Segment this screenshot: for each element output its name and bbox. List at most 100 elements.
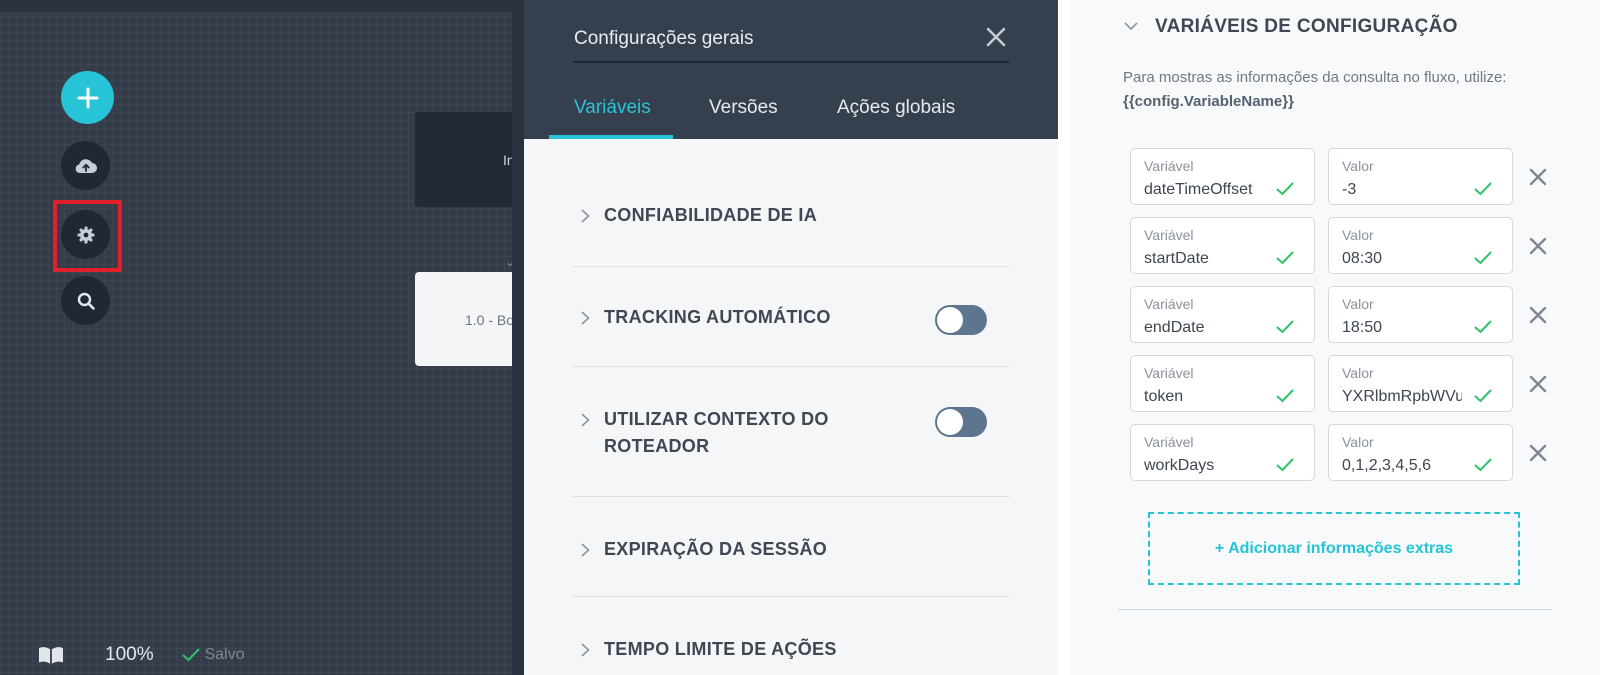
section-session-expiration[interactable]: EXPIRAÇÃO DA SESSÃO (573, 497, 1010, 597)
toggle-knob (937, 409, 963, 435)
section-title: TEMPO LIMITE DE AÇÕES (604, 639, 837, 659)
search-icon (77, 292, 95, 310)
field-label: Variável (1144, 158, 1194, 174)
variable-name-value: dateTimeOffset (1144, 181, 1253, 198)
remove-variable-icon[interactable] (1528, 305, 1548, 325)
router-context-toggle[interactable] (935, 407, 987, 437)
zoom-level: 100% (105, 644, 154, 665)
title-underline (573, 61, 1009, 63)
save-status-label: Salvo (204, 646, 245, 663)
remove-variable-icon[interactable] (1528, 236, 1548, 256)
general-settings-panel: Configurações gerais Variáveis Versões A… (524, 0, 1058, 675)
check-icon (1474, 182, 1492, 201)
chevron-down-icon[interactable] (1123, 20, 1139, 32)
close-icon[interactable] (985, 26, 1007, 48)
variable-name-value: token (1144, 388, 1184, 405)
check-icon (1276, 458, 1294, 477)
variable-row: Variável endDate Valor 18:50 (1130, 286, 1550, 343)
remove-variable-icon[interactable] (1528, 167, 1548, 187)
variable-value-field[interactable]: Valor 0,1,2,3,4,5,6 (1328, 424, 1513, 481)
chevron-right-icon (581, 413, 590, 427)
check-icon (182, 648, 200, 662)
status-bar: 100% Salvo (37, 644, 245, 666)
section-router-context[interactable]: UTILIZAR CONTEXTO DO ROTEADOR (573, 367, 1010, 497)
check-icon (1474, 389, 1492, 408)
remove-variable-icon[interactable] (1528, 443, 1548, 463)
variable-value-field[interactable]: Valor 08:30 (1328, 217, 1513, 274)
flow-block-node[interactable]: 1.0 - Bo (415, 272, 512, 366)
variable-name-field[interactable]: Variável endDate (1130, 286, 1315, 343)
variable-name-field[interactable]: Variável workDays (1130, 424, 1315, 481)
auto-tracking-toggle[interactable] (935, 305, 987, 335)
config-variables-help: Para mostras as informações da consulta … (1123, 66, 1563, 114)
field-label: Valor (1342, 365, 1374, 381)
variable-name-field[interactable]: Variável token (1130, 355, 1315, 412)
check-icon (1276, 320, 1294, 339)
section-divider (1118, 609, 1552, 610)
variable-value: -3 (1342, 181, 1357, 198)
variable-value-field[interactable]: Valor -3 (1328, 148, 1513, 205)
check-icon (1276, 389, 1294, 408)
tab-global-actions[interactable]: Ações globais (837, 97, 955, 119)
variable-row: Variável dateTimeOffset Valor -3 (1130, 148, 1550, 205)
config-variables-panel: VARIÁVEIS DE CONFIGURAÇÃO Para mostras a… (1070, 0, 1600, 675)
flow-block-label: 1.0 - Bo (465, 312, 512, 328)
section-title: TRACKING AUTOMÁTICO (604, 307, 831, 327)
field-label: Variável (1144, 434, 1194, 450)
search-button[interactable] (61, 276, 110, 325)
variable-value-field[interactable]: Valor YXRlbmRpbWVudG (1328, 355, 1513, 412)
tab-versions[interactable]: Versões (709, 97, 778, 119)
variable-value: 18:50 (1342, 319, 1383, 336)
connector-arrow-icon: ⌄ (505, 255, 512, 269)
panel-divider (512, 0, 524, 675)
variable-name-value: startDate (1144, 250, 1209, 267)
plus-icon (77, 87, 98, 108)
flow-block-start[interactable]: In (415, 112, 512, 207)
book-icon[interactable] (37, 645, 65, 665)
panel-header: Configurações gerais Variáveis Versões A… (524, 0, 1058, 139)
variable-row: Variável workDays Valor 0,1,2,3,4,5,6 (1130, 424, 1550, 481)
variable-name-field[interactable]: Variável dateTimeOffset (1130, 148, 1315, 205)
section-title-line-1: UTILIZAR CONTEXTO DO (604, 409, 829, 429)
field-label: Valor (1342, 227, 1374, 243)
variable-name-value: endDate (1144, 319, 1205, 336)
variable-name-value: workDays (1144, 457, 1215, 474)
remove-variable-icon[interactable] (1528, 374, 1548, 394)
section-action-timeout[interactable]: TEMPO LIMITE DE AÇÕES (573, 597, 1010, 675)
check-icon (1474, 458, 1492, 477)
flow-canvas[interactable]: In ⌄ 1.0 - Bo 100% Salvo (0, 0, 512, 675)
check-icon (1276, 251, 1294, 270)
variable-row: Variável token Valor YXRlbmRpbWVudG (1130, 355, 1550, 412)
variable-name-field[interactable]: Variável startDate (1130, 217, 1315, 274)
toggle-knob (937, 307, 963, 333)
active-tab-indicator (549, 135, 673, 139)
field-label: Valor (1342, 434, 1374, 450)
section-auto-tracking[interactable]: TRACKING AUTOMÁTICO (573, 267, 1010, 367)
publish-button[interactable] (61, 141, 110, 190)
chevron-right-icon (581, 543, 590, 557)
field-label: Valor (1342, 158, 1374, 174)
field-label: Variável (1144, 227, 1194, 243)
cloud-upload-icon (75, 158, 97, 173)
section-ai-confidence[interactable]: CONFIABILIDADE DE IA (573, 190, 1010, 267)
tab-variables[interactable]: Variáveis (574, 97, 651, 119)
chevron-right-icon (581, 209, 590, 223)
variable-row: Variável startDate Valor 08:30 (1130, 217, 1550, 274)
variable-value: 0,1,2,3,4,5,6 (1342, 457, 1431, 474)
add-button[interactable] (61, 71, 114, 124)
panel-title: Configurações gerais (574, 28, 754, 49)
field-label: Valor (1342, 296, 1374, 312)
help-text: Para mostras as informações da consulta … (1123, 69, 1507, 86)
chevron-right-icon (581, 311, 590, 325)
add-extra-info-button[interactable]: + Adicionar informações extras (1148, 512, 1520, 585)
section-title: EXPIRAÇÃO DA SESSÃO (604, 539, 828, 559)
config-variables-title: VARIÁVEIS DE CONFIGURAÇÃO (1155, 16, 1458, 37)
chevron-right-icon (581, 643, 590, 657)
section-title: CONFIABILIDADE DE IA (604, 205, 817, 225)
variable-value-field[interactable]: Valor 18:50 (1328, 286, 1513, 343)
variable-value: YXRlbmRpbWVudG (1342, 388, 1462, 405)
field-label: Variável (1144, 365, 1194, 381)
canvas-top-band (0, 0, 512, 12)
check-icon (1474, 320, 1492, 339)
section-title-line-2: ROTEADOR (604, 436, 710, 456)
